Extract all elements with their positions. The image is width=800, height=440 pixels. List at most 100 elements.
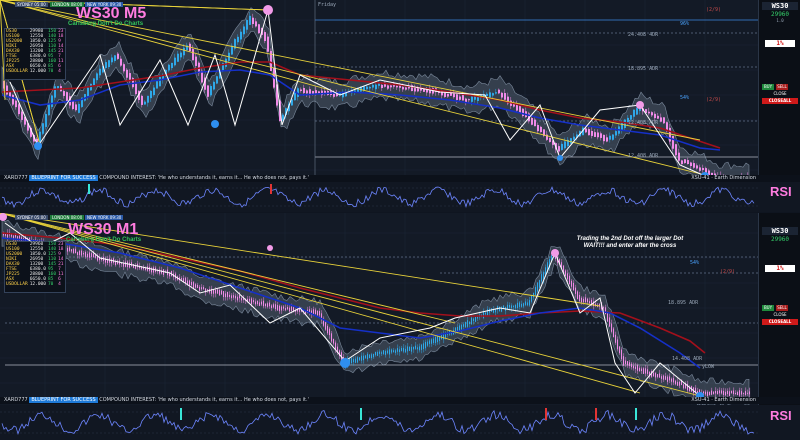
candle (187, 280, 188, 285)
candle (87, 87, 89, 97)
candle (459, 96, 461, 100)
candle (435, 337, 436, 343)
candle (249, 15, 251, 25)
candle (515, 305, 516, 309)
candle (379, 351, 380, 354)
candle (185, 277, 186, 284)
candle (419, 346, 420, 351)
candle (621, 349, 622, 360)
candle (741, 391, 742, 395)
top-rsi-canvas[interactable] (0, 182, 800, 212)
swing-low-dot (340, 358, 350, 368)
candle (77, 252, 78, 255)
candle (318, 91, 320, 94)
candle (501, 92, 503, 98)
candle (45, 113, 47, 127)
candle (655, 372, 656, 378)
candle (457, 326, 458, 331)
candle (365, 355, 366, 359)
bottom-rsi-panel[interactable]: RSI (0, 405, 800, 440)
top-buy-button[interactable]: BUY (762, 84, 774, 90)
bottom-level-label-1: 18.895 ADR (668, 300, 699, 306)
top-stats-cell: USDOLLAR (6, 69, 28, 74)
candle (281, 306, 282, 311)
top-sell-button[interactable]: SELL (776, 84, 788, 90)
top-stats-row: USDOLLAR 12.000 70 4 (5, 69, 65, 74)
candle (283, 306, 284, 309)
candle (443, 334, 444, 340)
candle (48, 104, 50, 116)
top-closeall-button[interactable]: CLOSEALL (762, 98, 798, 104)
candle (397, 348, 398, 352)
bottom-close-button[interactable]: CLOSE (762, 312, 798, 318)
candle (471, 96, 473, 102)
candle (529, 300, 530, 306)
candle (723, 390, 724, 395)
candle (91, 253, 92, 257)
candle (437, 336, 438, 343)
top-session-sydney: SYDNEY 05:00 (15, 2, 48, 7)
candle (156, 81, 158, 89)
candle (215, 289, 216, 294)
candle (465, 321, 466, 328)
candle (521, 303, 522, 307)
bottom-chart-subtitle: Carlsberg Don't Do Charts (66, 237, 142, 243)
candle (183, 47, 185, 56)
candle (605, 307, 606, 315)
bottom-annotation-line1: Trading the 2nd Dot off the larger Dot (576, 236, 684, 242)
candle (401, 347, 402, 352)
candle (629, 362, 630, 366)
candle (475, 317, 476, 322)
candle (513, 305, 514, 307)
candle (565, 270, 566, 276)
candle (257, 300, 258, 305)
candle (558, 146, 560, 152)
candle (594, 132, 596, 137)
candle (413, 346, 414, 350)
candle (570, 138, 572, 144)
candle (683, 384, 684, 389)
candle (411, 346, 412, 352)
candle (231, 295, 232, 299)
top-rsi-panel[interactable]: RSI (0, 182, 800, 212)
bottom-closeall-button[interactable]: CLOSEALL (762, 319, 798, 325)
candle (485, 312, 486, 315)
top-footer-right: XSU-41 · Earth Dimension (691, 175, 756, 181)
candle (375, 352, 376, 356)
bottom-session-newyork: NEW YORK 09:30 (85, 215, 124, 220)
top-close-button[interactable]: CLOSE (762, 91, 798, 97)
top-pct-label-3: (2/9) (706, 7, 722, 13)
candle (17, 236, 18, 239)
candle (277, 305, 278, 311)
candle (635, 366, 636, 370)
swing-low-dot (557, 155, 563, 161)
candle (651, 112, 653, 116)
candle (415, 345, 416, 349)
top-chart-canvas[interactable] (0, 0, 800, 182)
candle (291, 306, 292, 311)
candle (367, 353, 368, 360)
candle (83, 252, 84, 255)
candle (108, 60, 110, 68)
candle (591, 130, 593, 136)
candle (197, 284, 198, 288)
top-chart-panel[interactable]: SYDNEY 05:00 LONDON 08:00 NEW YORK 09:30… (0, 0, 800, 182)
candle (144, 101, 146, 105)
candle (483, 311, 484, 318)
candle (721, 390, 722, 394)
top-level-label-4: 12.408 ADR (628, 153, 659, 159)
top-pct-badge: 1% (765, 40, 795, 47)
candle (54, 86, 56, 98)
rsi-signal-bar (360, 408, 362, 420)
candle (317, 310, 318, 316)
candle (487, 309, 488, 316)
bottom-chart-panel[interactable]: SYDNEY 05:00 LONDON 08:00 NEW YORK 09:30… (0, 213, 800, 406)
candle (393, 350, 394, 353)
bottom-rsi-canvas[interactable] (0, 405, 800, 440)
candle (201, 287, 202, 290)
bottom-sell-button[interactable]: SELL (776, 305, 788, 311)
candle (589, 301, 590, 304)
candle (210, 86, 212, 96)
bottom-buy-button[interactable]: BUY (762, 305, 774, 311)
candle (246, 20, 248, 30)
